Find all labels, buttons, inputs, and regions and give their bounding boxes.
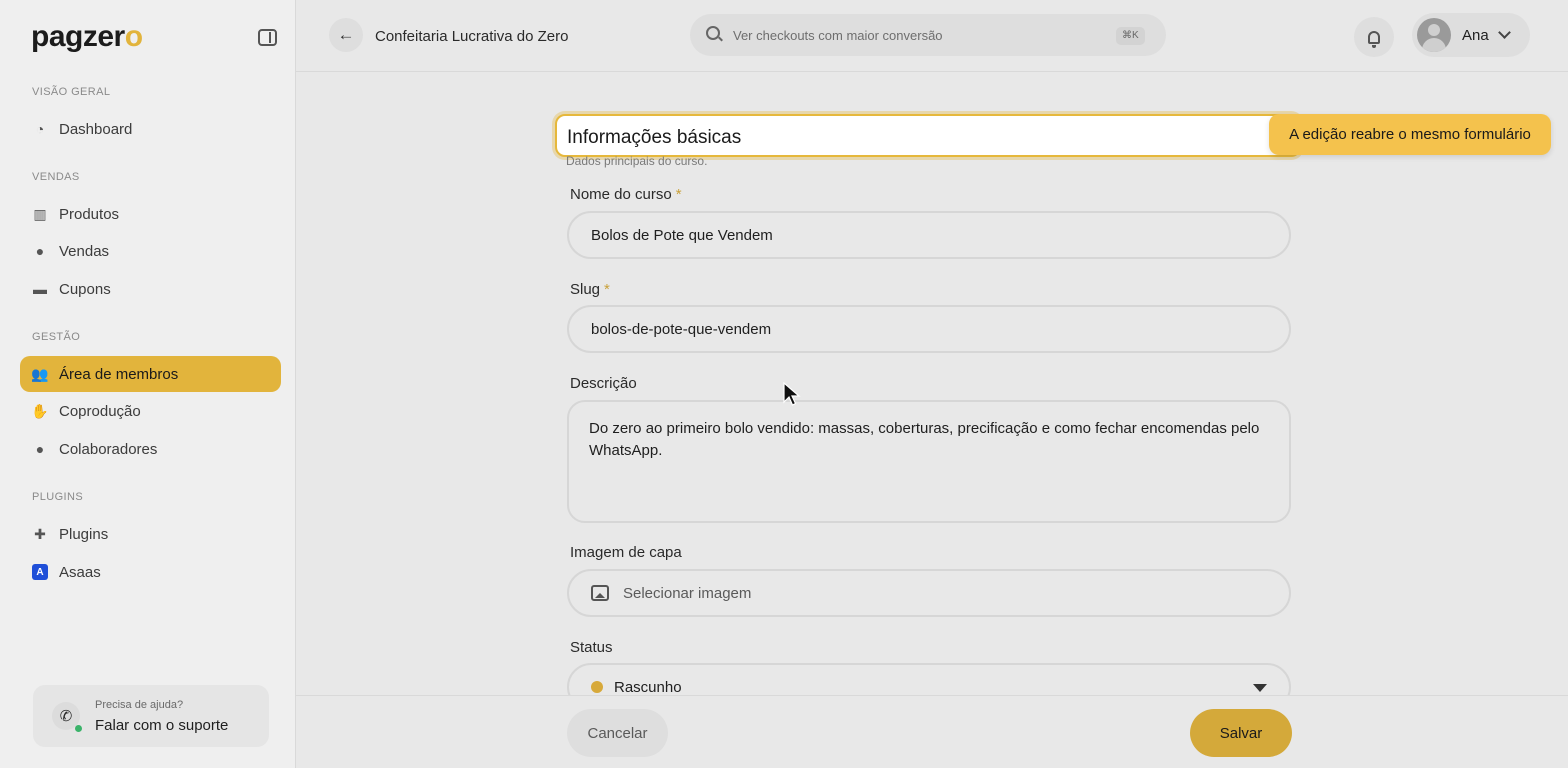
course-name-label: Nome do curso *	[570, 186, 682, 203]
sidebar-item-label: Coprodução	[59, 402, 141, 420]
section-label-management: GESTÃO	[32, 331, 81, 343]
status-label: Status	[570, 639, 613, 656]
form-footer: Cancelar Salvar	[296, 695, 1568, 768]
notifications-button[interactable]	[1354, 17, 1394, 57]
sidebar-item-label: Colaboradores	[59, 440, 158, 458]
slug-label: Slug *	[570, 281, 610, 298]
search-input[interactable]	[733, 25, 1093, 45]
sidebar-item-label: Plugins	[59, 525, 109, 543]
mouse-cursor-icon	[783, 382, 801, 406]
sidebar-item-dashboard[interactable]: ◔ Dashboard	[20, 111, 281, 147]
shortcut-badge: ⌘K	[1116, 27, 1145, 45]
members-icon: 👥	[31, 365, 49, 382]
section-label-overview: VISÃO GERAL	[32, 86, 111, 98]
description-label: Descrição	[570, 375, 637, 392]
cover-image-label: Imagem de capa	[570, 544, 682, 561]
slug-input[interactable]: bolos-de-pote-que-vendem	[567, 305, 1291, 353]
dashboard-icon: ◔	[35, 121, 45, 137]
sidebar-collapse-icon[interactable]	[258, 29, 277, 46]
chevron-down-icon	[1498, 26, 1511, 39]
coupon-icon: ▬	[33, 281, 47, 297]
asaas-icon: A	[32, 564, 48, 580]
sidebar-item-label: Produtos	[59, 205, 120, 223]
description-textarea[interactable]: Do zero ao primeiro bolo vendido: massas…	[567, 400, 1291, 523]
cancel-button[interactable]: Cancelar	[567, 709, 668, 757]
sidebar-item-collaborators[interactable]: ● Colaboradores	[20, 431, 281, 467]
sidebar-item-label: Vendas	[59, 242, 110, 260]
section-subtitle: Dados principais do curso.	[566, 154, 708, 168]
sidebar-item-coupons[interactable]: ▬ Cupons	[20, 271, 281, 307]
user-name: Ana	[1462, 27, 1489, 44]
sidebar-item-label: Dashboard	[59, 120, 133, 138]
course-name-input[interactable]: Bolos de Pote que Vendem	[567, 211, 1291, 259]
sidebar-item-plugins[interactable]: ✚ Plugins	[20, 516, 281, 552]
save-button[interactable]: Salvar	[1190, 709, 1292, 757]
search-icon	[706, 26, 720, 40]
cover-image-picker[interactable]: Selecionar imagem	[567, 569, 1291, 617]
handshake-icon: ✋	[31, 402, 49, 419]
image-icon	[591, 585, 609, 601]
search-bar[interactable]: ⌘K	[690, 14, 1166, 56]
sidebar-item-label: Asaas	[59, 563, 101, 581]
user-menu[interactable]: Ana	[1412, 13, 1530, 57]
caret-down-icon	[1253, 684, 1267, 692]
section-label-sales: VENDAS	[32, 171, 80, 183]
user-icon: ●	[35, 441, 45, 457]
section-title-highlight: Informações básicas	[555, 114, 1301, 157]
sales-icon: ●	[35, 243, 45, 259]
sidebar-item-label: Cupons	[59, 280, 111, 298]
support-hint: Precisa de ajuda?	[95, 699, 184, 711]
page-title: Confeitaria Lucrativa do Zero	[375, 28, 569, 45]
back-button[interactable]: ←	[329, 18, 363, 52]
status-value: Rascunho	[614, 678, 682, 696]
sidebar-item-products[interactable]: ▥ Produtos	[20, 196, 281, 232]
section-title: Informações básicas	[567, 127, 742, 148]
app-logo[interactable]: pagzero	[31, 20, 143, 54]
sidebar-item-asaas[interactable]: A Asaas	[20, 554, 281, 590]
online-status-dot	[75, 725, 82, 732]
cover-image-placeholder: Selecionar imagem	[623, 584, 752, 602]
sidebar-item-sales[interactable]: ● Vendas	[20, 233, 281, 269]
products-icon: ▥	[33, 205, 47, 222]
avatar	[1417, 18, 1451, 52]
support-card[interactable]: ✆ Precisa de ajuda? Falar com o suporte	[33, 685, 269, 747]
bell-icon	[1368, 30, 1380, 48]
sidebar-item-members-area[interactable]: 👥 Área de membros	[20, 356, 281, 392]
sidebar: pagzero VISÃO GERAL ◔ Dashboard VENDAS ▥…	[0, 0, 296, 768]
section-label-plugins: PLUGINS	[32, 491, 84, 503]
support-link[interactable]: Falar com o suporte	[95, 717, 228, 734]
top-header: ← Confeitaria Lucrativa do Zero ⌘K Ana	[296, 0, 1568, 72]
arrow-left-icon: ←	[337, 25, 355, 44]
sidebar-item-label: Área de membros	[59, 365, 179, 383]
puzzle-icon: ✚	[34, 525, 46, 542]
status-dot	[591, 681, 603, 693]
tooltip: A edição reabre o mesmo formulário	[1269, 114, 1551, 155]
sidebar-item-coproduction[interactable]: ✋ Coprodução	[20, 393, 281, 429]
